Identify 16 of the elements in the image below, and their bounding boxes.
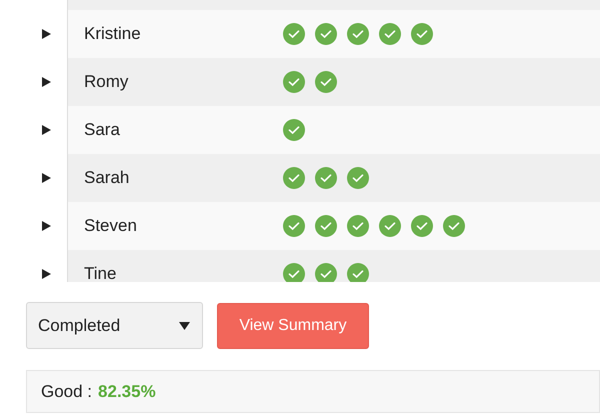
expand-icon[interactable] — [42, 125, 51, 135]
expand-icon[interactable] — [42, 221, 51, 231]
result-value: 82.35% — [98, 382, 156, 402]
caret-icon — [179, 322, 190, 330]
student-name: Sarah — [84, 168, 130, 188]
student-name: Kristine — [84, 24, 142, 44]
student-name: Romy — [84, 72, 130, 92]
expand-icon[interactable] — [42, 77, 51, 87]
expand-icon[interactable] — [42, 29, 51, 39]
result-label: Good : — [41, 382, 92, 402]
student-name: Sara — [84, 120, 121, 140]
student-name: Tine — [84, 264, 118, 282]
expand-icon[interactable] — [42, 269, 51, 279]
status-dropdown[interactable]: Completed — [26, 302, 203, 349]
student-name: Steven — [84, 216, 138, 236]
expand-icon[interactable] — [42, 173, 51, 183]
